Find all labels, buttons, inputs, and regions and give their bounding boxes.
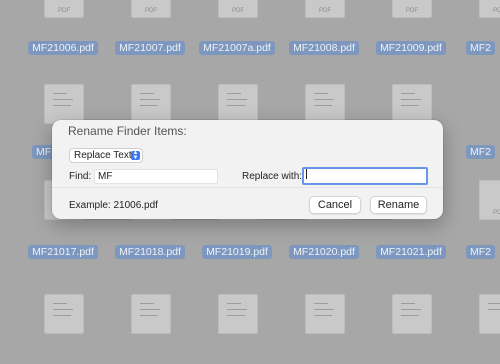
file-name[interactable]: MF21019.pdf bbox=[202, 245, 272, 259]
document-icon bbox=[392, 84, 432, 124]
document-icon bbox=[44, 294, 84, 334]
file-thumbnail[interactable] bbox=[281, 294, 367, 364]
find-value: MF bbox=[98, 171, 113, 182]
document-icon bbox=[479, 294, 500, 334]
document-icon bbox=[305, 294, 345, 334]
document-icon bbox=[218, 294, 258, 334]
file-item[interactable]: MF21006.pdf bbox=[20, 0, 106, 66]
file-name[interactable]: MF21009.pdf bbox=[376, 41, 446, 55]
file-item[interactable]: MF2 bbox=[466, 200, 500, 270]
file-thumbnail[interactable] bbox=[368, 294, 454, 364]
file-item[interactable]: MF21007.pdf bbox=[107, 0, 193, 66]
example-text: Example: 21006.pdf bbox=[69, 200, 158, 211]
file-item[interactable]: MF21007a.pdf bbox=[194, 0, 280, 66]
rename-dialog: Rename Finder Items: Replace Text ▲ ▼ Fin… bbox=[52, 120, 443, 219]
file-thumbnail[interactable] bbox=[455, 294, 500, 364]
document-icon bbox=[392, 294, 432, 334]
file-thumbnail[interactable] bbox=[107, 294, 193, 364]
file-name[interactable]: MF21017.pdf bbox=[28, 245, 98, 259]
file-name[interactable]: MF21018.pdf bbox=[115, 245, 185, 259]
file-item[interactable]: MF2 bbox=[466, 100, 500, 170]
find-label: Find: bbox=[69, 171, 92, 182]
rename-button[interactable]: Rename bbox=[370, 196, 427, 214]
document-icon bbox=[305, 84, 345, 124]
file-item[interactable]: MF2 bbox=[466, 0, 500, 66]
file-thumbnail[interactable] bbox=[194, 294, 280, 364]
rename-mode-value: Replace Text bbox=[74, 150, 132, 161]
file-name[interactable]: MF21007a.pdf bbox=[199, 41, 275, 55]
cancel-button[interactable]: Cancel bbox=[309, 196, 361, 214]
chevron-updown-icon: ▲ ▼ bbox=[131, 150, 140, 161]
file-name[interactable]: MF21020.pdf bbox=[289, 245, 359, 259]
rename-mode-popup[interactable]: Replace Text ▲ ▼ bbox=[69, 148, 143, 163]
file-name[interactable]: MF2 bbox=[466, 245, 495, 259]
document-icon bbox=[131, 84, 171, 124]
dialog-divider bbox=[52, 187, 443, 188]
file-item[interactable]: MF21008.pdf bbox=[281, 0, 367, 66]
file-name[interactable]: MF2 bbox=[466, 41, 495, 55]
text-caret bbox=[306, 169, 307, 179]
replace-with-label: Replace with: bbox=[242, 171, 303, 182]
file-item[interactable]: MF21009.pdf bbox=[368, 0, 454, 66]
document-icon bbox=[218, 84, 258, 124]
file-thumbnail[interactable] bbox=[20, 294, 106, 364]
file-name[interactable]: MF21006.pdf bbox=[28, 41, 98, 55]
find-field[interactable]: MF bbox=[94, 169, 218, 184]
file-name[interactable]: MF2 bbox=[466, 145, 495, 159]
file-name[interactable]: MF21021.pdf bbox=[376, 245, 446, 259]
replace-with-field[interactable] bbox=[302, 167, 428, 185]
file-name[interactable]: MF21008.pdf bbox=[289, 41, 359, 55]
dialog-title: Rename Finder Items: bbox=[68, 124, 187, 138]
document-icon bbox=[131, 294, 171, 334]
file-name[interactable]: MF21007.pdf bbox=[115, 41, 185, 55]
